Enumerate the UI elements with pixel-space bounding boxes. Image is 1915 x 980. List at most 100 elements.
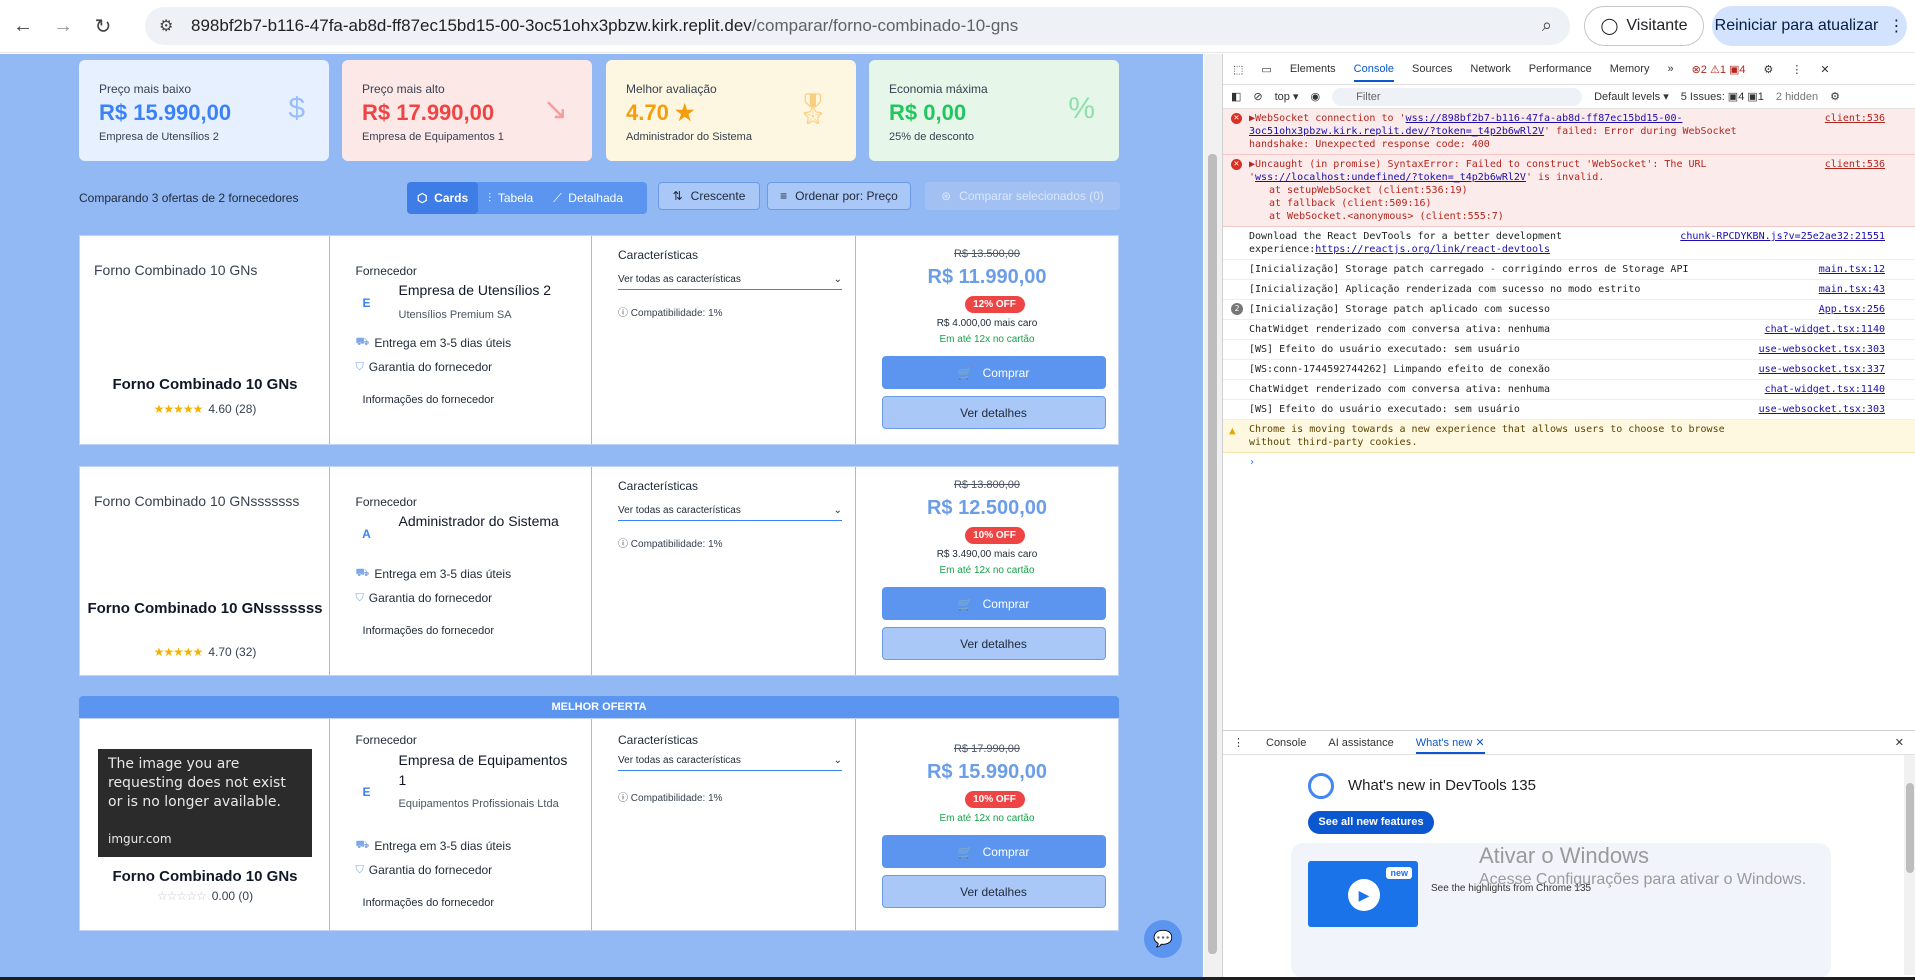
tab-memory[interactable]: Memory	[1610, 63, 1650, 75]
tab-performance[interactable]: Performance	[1529, 63, 1592, 75]
tab-elements[interactable]: Elements	[1290, 63, 1336, 75]
console-link[interactable]: wss://localhost:undefined/?token=_t4p2b6…	[1255, 172, 1526, 183]
tab-network[interactable]: Network	[1470, 63, 1510, 75]
warranty-info: ⛉ Garantia do fornecedor	[355, 863, 493, 877]
installments: Em até 12x no cartão	[939, 565, 1035, 576]
console-message: ChatWidget renderizado com conversa ativ…	[1223, 320, 1915, 340]
buy-button[interactable]: 🛒 Comprar	[881, 835, 1106, 868]
stack-frame[interactable]: at WebSocket.<anonymous> (client:555:7)	[1249, 210, 1907, 223]
context-select[interactable]: top ▾	[1275, 90, 1299, 103]
see-all-features-button[interactable]: See all new features	[1308, 811, 1434, 834]
buy-button[interactable]: 🛒 Comprar	[881, 356, 1106, 389]
tab-sources[interactable]: Sources	[1412, 63, 1452, 75]
characteristics-select[interactable]: Ver todas as características ⌄	[618, 751, 843, 771]
console-settings-icon[interactable]: ⚙	[1830, 90, 1840, 103]
settings-gear-icon[interactable]: ⚙	[1764, 63, 1774, 76]
supplier-name[interactable]: Empresa de Utensílios 2	[399, 280, 579, 300]
restart-label: Reiniciar para atualizar	[1714, 17, 1879, 34]
supplier-info-link[interactable]: Informações do fornecedor	[363, 625, 494, 637]
chat-widget-button[interactable]: 💬	[1144, 920, 1182, 958]
supplier-heading: Fornecedor	[355, 495, 417, 509]
zoom-icon[interactable]: ⌕	[1542, 15, 1552, 36]
error-warning-counts[interactable]: ⊗2 ⚠1 ▣4	[1692, 63, 1746, 76]
stack-frame[interactable]: at fallback (client:509:16)	[1249, 197, 1907, 210]
source-link[interactable]: main.tsx:12	[1819, 263, 1885, 276]
supplier-avatar: A	[362, 527, 371, 541]
reload-icon[interactable]: ↻	[86, 9, 120, 43]
sort-by-button[interactable]: ≡ Ordenar por: Preço	[767, 182, 911, 210]
offer-card: Forno Combinado 10 GNs Forno Combinado 1…	[79, 235, 1119, 445]
site-info-icon[interactable]: ⚙	[159, 16, 173, 36]
page-scrollbar[interactable]	[1204, 54, 1222, 977]
characteristics-select[interactable]: Ver todas as características ⌄	[618, 270, 843, 290]
truck-icon: ⛟	[355, 336, 370, 348]
price-column: R$ 13.500,00 R$ 11.990,00 12% OFF R$ 4.0…	[856, 236, 1119, 444]
characteristics-select[interactable]: Ver todas as características ⌄	[618, 501, 843, 521]
kebab-menu-icon[interactable]: ⋮	[1888, 16, 1904, 36]
source-link[interactable]: main.tsx:43	[1819, 283, 1885, 296]
source-link[interactable]: App.tsx:256	[1819, 303, 1885, 316]
view-cards-button[interactable]: ⬡ Cards	[407, 182, 479, 214]
console-message: ChatWidget renderizado com conversa ativ…	[1223, 380, 1915, 400]
console-message: [Inicialização] Aplicação renderizada co…	[1223, 280, 1915, 300]
cart-icon: 🛒	[957, 844, 973, 859]
stat-card: Preço mais alto R$ 17.990,00 Empresa de …	[342, 60, 592, 161]
new-badge: new	[1386, 867, 1412, 879]
supplier-info-link[interactable]: Informações do fornecedor	[363, 897, 494, 909]
source-link[interactable]: use-websocket.tsx:303	[1759, 403, 1885, 416]
drawer-tab-whats-new[interactable]: What's new ✕	[1415, 736, 1485, 754]
live-expression-icon[interactable]: ◉	[1311, 90, 1321, 103]
drawer-menu-icon[interactable]: ⋮	[1233, 736, 1244, 749]
console-filter-input[interactable]: Filter	[1332, 87, 1583, 106]
drawer-scrollbar[interactable]	[1904, 755, 1915, 975]
more-tabs-icon[interactable]: »	[1667, 63, 1673, 75]
details-button[interactable]: Ver detalhes	[881, 875, 1106, 908]
compare-selected-button[interactable]: ⊛ Comparar selecionados (0)	[925, 182, 1120, 210]
chrome-logo-icon	[1308, 773, 1334, 799]
source-link[interactable]: use-websocket.tsx:303	[1759, 343, 1885, 356]
forward-icon[interactable]: →	[46, 9, 80, 43]
drawer-scrollbar-thumb[interactable]	[1906, 783, 1914, 873]
close-devtools-icon[interactable]: ✕	[1820, 63, 1829, 76]
address-bar[interactable]: ⚙ 898bf2b7-b116-47fa-ab8d-ff87ec15bd15-0…	[145, 7, 1570, 45]
devtools-menu-icon[interactable]: ⋮	[1791, 63, 1802, 76]
console-message: ✕ ▶WebSocket connection to 'wss://898bf2b…	[1223, 109, 1915, 155]
sidebar-toggle-icon[interactable]: ◧	[1231, 90, 1241, 103]
sort-direction-button[interactable]: ⇅ Crescente	[658, 182, 760, 210]
clear-console-icon[interactable]: ⊘	[1253, 90, 1262, 103]
details-button[interactable]: Ver detalhes	[881, 396, 1106, 429]
source-link[interactable]: chunk-RPCDYKBN.js?v=25e2ae32:21551	[1680, 230, 1885, 243]
video-thumbnail[interactable]: new ▶	[1308, 861, 1418, 927]
drawer-tab-console[interactable]: Console	[1266, 737, 1306, 749]
drawer-tab-ai-assistance[interactable]: AI assistance	[1328, 737, 1393, 749]
source-link[interactable]: chat-widget.tsx:1140	[1765, 323, 1885, 336]
inspect-icon[interactable]: ⬚	[1233, 63, 1243, 76]
details-button[interactable]: Ver detalhes	[881, 627, 1106, 660]
filter-icon: ≡	[780, 189, 788, 203]
view-detailed-button[interactable]: ⟋ Detalhada	[543, 191, 633, 206]
discount-badge: 10% OFF	[964, 527, 1025, 544]
back-icon[interactable]: ←	[6, 9, 40, 43]
supplier-info-link[interactable]: Informações do fornecedor	[363, 394, 494, 406]
issues-count[interactable]: 5 Issues: ▣4 ▣1	[1681, 90, 1764, 103]
close-drawer-icon[interactable]: ✕	[1895, 736, 1904, 749]
console-prompt[interactable]: ›	[1223, 453, 1915, 472]
tab-console[interactable]: Console	[1353, 63, 1395, 82]
source-link[interactable]: use-websocket.tsx:337	[1759, 363, 1885, 376]
source-link[interactable]: client:536	[1825, 158, 1885, 171]
device-toggle-icon[interactable]: ▭	[1261, 63, 1271, 76]
source-link[interactable]: client:536	[1825, 112, 1885, 125]
buy-button[interactable]: 🛒 Comprar	[881, 587, 1106, 620]
supplier-name[interactable]: Administrador do Sistema	[399, 511, 579, 531]
chat-icon: 💬	[1153, 931, 1173, 948]
view-table-button[interactable]: ⫶ Tabela	[478, 191, 543, 206]
console-link[interactable]: https://reactjs.org/link/react-devtools	[1315, 244, 1550, 255]
old-price: R$ 17.990,00	[953, 743, 1021, 755]
log-levels-select[interactable]: Default levels ▾	[1594, 90, 1669, 103]
restart-button[interactable]: Reiniciar para atualizar ⋮	[1712, 6, 1907, 46]
page-scrollbar-thumb[interactable]	[1208, 154, 1217, 954]
stack-frame[interactable]: at setupWebSocket (client:536:19)	[1249, 184, 1907, 197]
source-link[interactable]: chat-widget.tsx:1140	[1765, 383, 1885, 396]
supplier-name[interactable]: Empresa de Equipamentos 1	[399, 750, 579, 790]
profile-button[interactable]: ◯ Visitante	[1584, 6, 1704, 46]
